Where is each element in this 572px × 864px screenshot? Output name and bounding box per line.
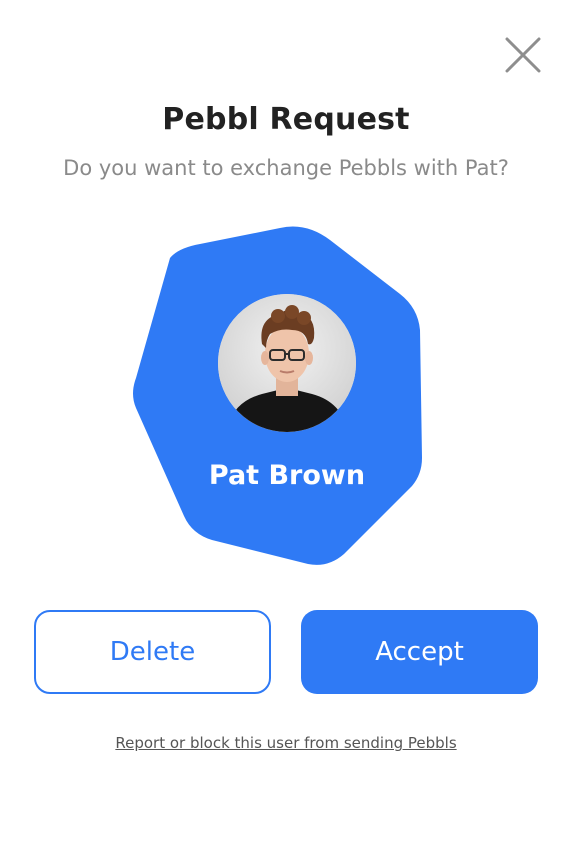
page-title: Pebbl Request xyxy=(162,102,410,137)
pebbl-request-screen: Pebbl Request Do you want to exchange Pe… xyxy=(0,0,572,864)
avatar xyxy=(218,294,356,432)
accept-button[interactable]: Accept xyxy=(301,610,538,694)
profile-pebble: Pat Brown xyxy=(130,222,424,566)
delete-button[interactable]: Delete xyxy=(34,610,271,694)
close-button[interactable] xyxy=(500,32,546,78)
accept-button-label: Accept xyxy=(375,637,464,667)
delete-button-label: Delete xyxy=(109,637,196,667)
page-subtitle: Do you want to exchange Pebbls with Pat? xyxy=(63,156,509,180)
close-icon xyxy=(505,37,541,73)
avatar-photo xyxy=(218,294,356,432)
profile-name: Pat Brown xyxy=(208,460,366,491)
report-block-link[interactable]: Report or block this user from sending P… xyxy=(0,734,572,752)
